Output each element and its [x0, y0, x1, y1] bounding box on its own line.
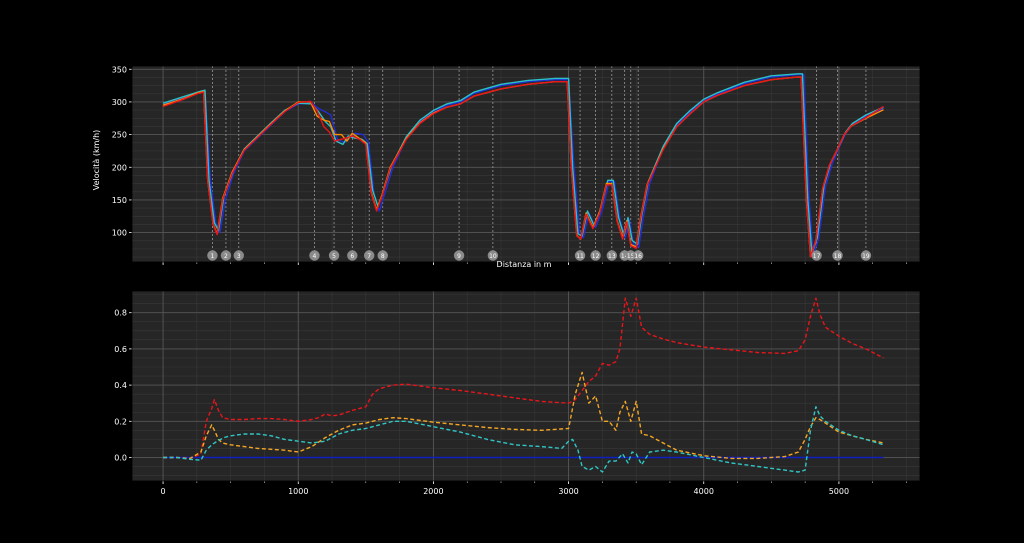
delta-x-tick-label: 4000: [694, 487, 714, 496]
corner-label: 2: [224, 253, 228, 260]
delta-panel: 0 1000 2000 3000 4000 5000 0.0 0.2 0.4 0.6 0.8: [114, 290, 921, 496]
speed-y-tick-label: 150: [112, 196, 127, 205]
corner-label: 17: [813, 253, 821, 260]
speed-y-tick-label: 200: [112, 163, 127, 172]
speed-x-axis-label: Distanza in m: [497, 260, 552, 269]
corner-label: 13: [608, 253, 616, 260]
corner-label: 16: [634, 253, 642, 260]
delta-x-tick-label: 5000: [829, 487, 849, 496]
corner-label: 9: [457, 253, 461, 260]
delta-x-tick-label: 3000: [558, 487, 578, 496]
corner-label: 5: [332, 253, 336, 260]
corner-label: 6: [350, 253, 354, 260]
delta-y-tick-label: 0.2: [114, 417, 127, 426]
corner-label: 18: [834, 253, 842, 260]
speed-y-tick-label: 100: [112, 229, 127, 238]
corner-label: 11: [576, 253, 584, 260]
corner-label: 8: [381, 253, 385, 260]
speed-y-axis-label: Velocità (km/h): [92, 130, 101, 191]
corner-label: 4: [313, 253, 317, 260]
telemetry-figure: 100 150 200 250 300 350 1 2 3 4 5 6 7 8 9 10 11 12 13 14 15 1…: [0, 0, 1024, 539]
delta-y-tick-label: 0.4: [114, 381, 127, 390]
corner-label: 19: [862, 253, 870, 260]
corner-label: 3: [237, 253, 241, 260]
speed-y-tick-label: 350: [112, 65, 127, 74]
speed-y-tick-label: 300: [112, 98, 127, 107]
speed-y-tick-label: 250: [112, 131, 127, 140]
corner-label: 10: [489, 253, 497, 260]
delta-plot-area: [132, 291, 920, 481]
delta-x-tick-label: 0: [161, 487, 166, 496]
delta-y-tick-label: 0.0: [114, 453, 127, 462]
corner-label: 12: [592, 253, 600, 260]
delta-y-tick-label: 0.6: [114, 345, 127, 354]
delta-y-tick-label: 0.8: [114, 309, 127, 318]
delta-x-tick-label: 1000: [288, 487, 308, 496]
telemetry-chart-svg: 1001502002503003501 2 3 4 5 6 7 8 9 10 11 12 13 1415 1…: [0, 0, 1024, 539]
speed-panel: 1001502002503003501 2 3 4 5 6 7 8 9 10 11 12 13 1415 1…: [112, 65, 921, 265]
corner-label: 1: [211, 253, 215, 260]
delta-x-tick-label: 2000: [423, 487, 443, 496]
corner-label: 7: [367, 253, 371, 260]
